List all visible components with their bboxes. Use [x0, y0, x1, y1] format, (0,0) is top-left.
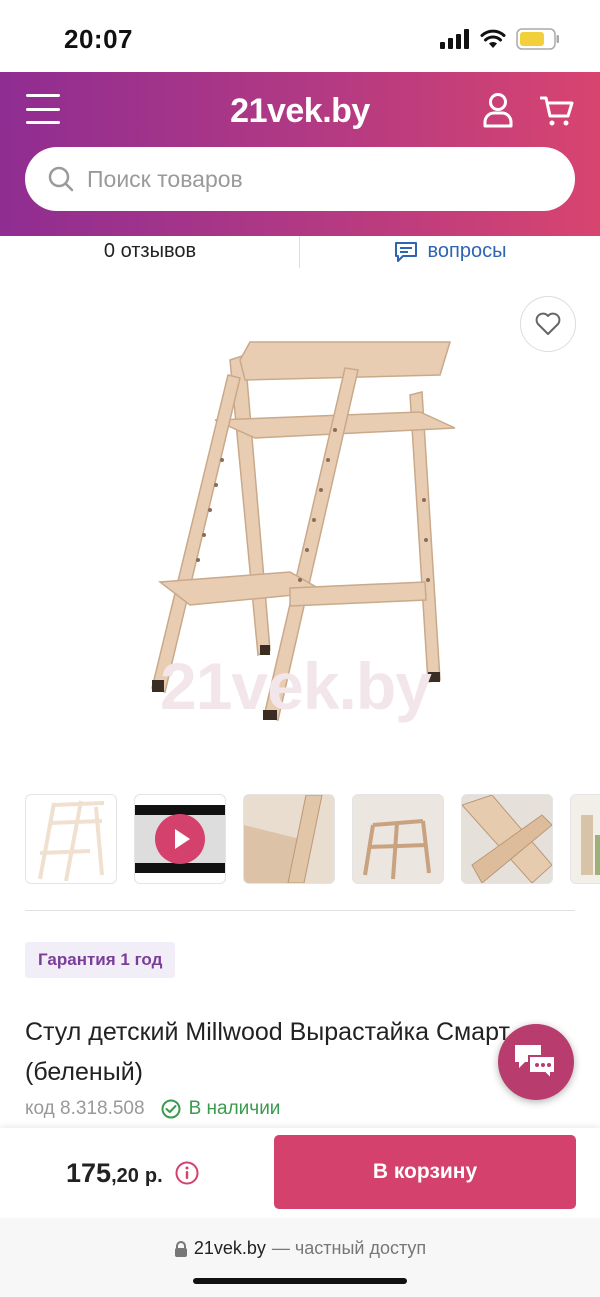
- chair-closeup-icon: [244, 795, 334, 883]
- status-time: 20:07: [64, 24, 133, 54]
- cart-icon[interactable]: [540, 94, 574, 128]
- price-main: 175: [66, 1158, 112, 1188]
- questions-label: вопросы: [427, 240, 507, 262]
- room-photo-icon: [571, 795, 600, 883]
- chair-photo-icon: [353, 795, 443, 883]
- stock-label: В наличии: [188, 1098, 281, 1119]
- browser-url-bar: 21vek.by — частный доступ: [0, 1218, 600, 1297]
- buy-bar: 175,20 р. В корзину: [0, 1128, 600, 1218]
- user-icon[interactable]: [482, 92, 514, 128]
- add-to-cart-button[interactable]: В корзину: [274, 1135, 576, 1209]
- chat-bubbles-icon: [515, 1045, 556, 1082]
- divider: [25, 910, 575, 911]
- video-thumbnail[interactable]: [134, 794, 226, 884]
- product-code: код 8.318.508: [25, 1098, 145, 1119]
- battery-icon: [516, 28, 559, 50]
- question-bubble-icon: [394, 241, 417, 262]
- thumbnail-strip: [25, 794, 600, 884]
- url-display[interactable]: 21vek.by — частный доступ: [0, 1238, 600, 1259]
- price-fraction: ,20: [111, 1165, 139, 1187]
- product-title: Стул детский Millwood Вырастайка Смарт (…: [25, 1018, 510, 1086]
- chair-detail-icon: [462, 795, 552, 883]
- chat-button[interactable]: [498, 1024, 574, 1100]
- search-input[interactable]: [85, 164, 529, 194]
- chair-thumbnail-icon: [38, 800, 105, 882]
- url-suffix: — частный доступ: [271, 1238, 427, 1258]
- play-icon[interactable]: [155, 814, 205, 864]
- thumbnail-1[interactable]: [25, 794, 117, 884]
- search-bar[interactable]: [25, 147, 575, 211]
- heart-icon: [535, 312, 561, 335]
- wifi-icon: [480, 29, 506, 48]
- favorite-button[interactable]: [520, 296, 576, 352]
- reviews-link[interactable]: 0 отзывов: [0, 240, 300, 263]
- stock-status: В наличии: [161, 1098, 281, 1120]
- price-currency: р.: [144, 1165, 163, 1187]
- image-watermark: 21vek.by: [160, 649, 432, 723]
- signal-icon: [440, 29, 469, 49]
- status-icons: [440, 28, 560, 50]
- thumbnail-5[interactable]: [461, 794, 553, 884]
- reviews-row: 0 отзывов вопросы: [0, 236, 600, 270]
- product-price: 175,20 р.: [66, 1158, 163, 1189]
- questions-link[interactable]: вопросы: [300, 240, 600, 263]
- lock-icon: [174, 1240, 187, 1257]
- url-domain: 21vek.by: [193, 1238, 266, 1258]
- thumbnail-3[interactable]: [243, 794, 335, 884]
- thumbnail-4[interactable]: [352, 794, 444, 884]
- product-meta: код 8.318.508 В наличии: [25, 1098, 280, 1120]
- guarantee-badge: Гарантия 1 год: [25, 942, 176, 978]
- thumbnail-6[interactable]: [570, 794, 600, 884]
- info-icon[interactable]: [175, 1161, 199, 1185]
- site-header: 21vek.by: [0, 72, 600, 236]
- home-indicator[interactable]: [193, 1278, 407, 1284]
- check-circle-icon: [161, 1099, 181, 1119]
- search-icon: [48, 166, 74, 192]
